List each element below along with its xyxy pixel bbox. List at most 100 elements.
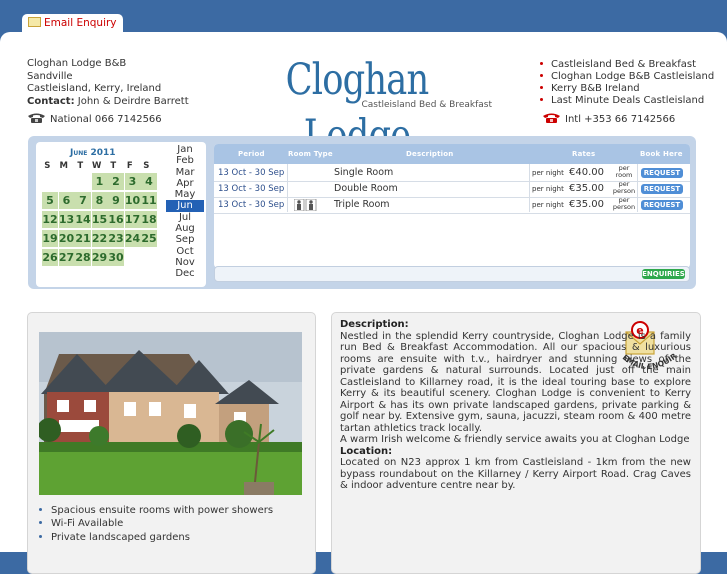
calendar-title: June 2011 bbox=[70, 148, 116, 158]
calendar-day[interactable]: 22 bbox=[91, 230, 108, 247]
weekday-label: S bbox=[143, 161, 150, 171]
address-line-2: Sandville bbox=[27, 70, 73, 82]
month-item[interactable]: Dec bbox=[166, 268, 204, 279]
welcome-text: A warm Irish welcome & friendly service … bbox=[340, 434, 690, 445]
calendar-day[interactable]: 8 bbox=[91, 192, 108, 209]
calendar-weekdays: SMTWTFS bbox=[39, 160, 157, 171]
calendar-day[interactable]: 28 bbox=[75, 249, 91, 266]
calendar-day[interactable]: 1 bbox=[91, 173, 108, 190]
telephone-icon bbox=[543, 113, 560, 123]
calendar-day[interactable]: 10 bbox=[124, 192, 141, 209]
month-item[interactable]: Nov bbox=[166, 257, 204, 268]
month-item[interactable]: May bbox=[166, 189, 204, 200]
calendar-day[interactable]: 5 bbox=[42, 192, 58, 209]
calendar-day[interactable]: 19 bbox=[42, 230, 58, 247]
calendar-day[interactable]: 16 bbox=[108, 211, 124, 228]
month-item[interactable]: Mar bbox=[166, 167, 204, 178]
calendar-day[interactable]: 27 bbox=[58, 249, 75, 266]
room-row: 13 Oct - 30 Sep Triple Room per night €3… bbox=[214, 196, 690, 214]
room-type: Triple Room bbox=[334, 199, 390, 210]
calendar-day[interactable]: 24 bbox=[124, 230, 141, 247]
national-phone: National 066 7142566 bbox=[27, 112, 162, 125]
bullet-icon bbox=[39, 534, 42, 538]
bullet-icon bbox=[540, 74, 543, 77]
month-item[interactable]: Apr bbox=[166, 178, 204, 189]
telephone-icon bbox=[28, 113, 45, 123]
quick-link[interactable]: Last Minute Deals Castleisland bbox=[540, 95, 714, 107]
calendar-day[interactable]: 3 bbox=[124, 173, 141, 190]
contact-label: Contact: bbox=[27, 95, 75, 107]
location-body: Located on N23 approx 1 km from Castleis… bbox=[340, 457, 691, 491]
weekday-label: M bbox=[59, 161, 68, 171]
rate-per-night: per night bbox=[532, 201, 564, 209]
bullet-icon bbox=[540, 98, 543, 101]
request-button[interactable]: REQUEST bbox=[641, 168, 683, 178]
month-item[interactable]: Sep bbox=[166, 234, 204, 245]
site-logo[interactable]: Cloghan Lodge Castleisland Bed & Breakfa… bbox=[212, 52, 502, 161]
bullet-icon bbox=[540, 62, 543, 65]
feature-list: Spacious ensuite rooms with power shower… bbox=[39, 504, 273, 544]
calendar-day[interactable]: 6 bbox=[58, 192, 75, 209]
month-item-selected[interactable]: Jun bbox=[166, 200, 204, 212]
rate-unit: per room bbox=[615, 164, 633, 179]
feature-item: Private landscaped gardens bbox=[39, 531, 273, 544]
calendar-day[interactable]: 30 bbox=[108, 249, 124, 266]
calendar-day[interactable]: 13 bbox=[58, 211, 75, 228]
intl-phone-text: Intl +353 66 7142566 bbox=[565, 114, 676, 125]
quick-link[interactable]: Cloghan Lodge B&B Castleisland bbox=[540, 71, 714, 83]
quick-link[interactable]: Kerry B&B Ireland bbox=[540, 83, 714, 95]
weekday-label: S bbox=[44, 161, 51, 171]
bullet-icon bbox=[540, 86, 543, 89]
calendar-day[interactable]: 2 bbox=[108, 173, 124, 190]
month-item[interactable]: Aug bbox=[166, 223, 204, 234]
national-phone-text: National 066 7142566 bbox=[50, 114, 162, 125]
header-description: Description bbox=[406, 150, 454, 158]
calendar-day[interactable]: 25 bbox=[141, 230, 157, 247]
weekday-label: T bbox=[110, 161, 117, 171]
feature-item: Spacious ensuite rooms with power shower… bbox=[39, 504, 273, 517]
calendar-day[interactable]: 4 bbox=[141, 173, 157, 190]
calendar-day[interactable]: 20 bbox=[58, 230, 75, 247]
room-period: 13 Oct - 30 Sep bbox=[218, 200, 285, 210]
month-item[interactable]: Jan bbox=[166, 144, 204, 155]
location-heading: Location: bbox=[340, 445, 393, 457]
bullet-icon bbox=[39, 521, 42, 525]
email-enquiry-label: Email Enquiry bbox=[44, 17, 117, 29]
request-button[interactable]: REQUEST bbox=[641, 200, 683, 210]
calendar-day[interactable]: 18 bbox=[141, 211, 157, 228]
address-line-3: Castleisland, Kerry, Ireland bbox=[27, 83, 162, 94]
room-period: 13 Oct - 30 Sep bbox=[218, 168, 285, 178]
calendar-day[interactable]: 7 bbox=[75, 192, 91, 209]
calendar-day[interactable]: 21 bbox=[75, 230, 91, 247]
calendar-day[interactable]: 29 bbox=[91, 249, 108, 266]
enquiries-button[interactable]: ENQUIRIES bbox=[642, 269, 685, 279]
header-room-type: Room Type bbox=[288, 150, 333, 158]
calendar-day[interactable]: 17 bbox=[124, 211, 141, 228]
weekday-label: F bbox=[126, 161, 133, 171]
rate-unit: per person bbox=[612, 196, 636, 211]
calendar-day[interactable]: 9 bbox=[108, 192, 124, 209]
rooms-table: Period Room Type Description Rates Book … bbox=[214, 144, 690, 268]
calendar-day[interactable]: 26 bbox=[42, 249, 58, 266]
email-enquiry-tab[interactable]: Email Enquiry bbox=[22, 14, 123, 32]
month-item[interactable]: Jul bbox=[166, 212, 204, 223]
calendar-day[interactable]: 15 bbox=[91, 211, 108, 228]
booking-panel: June 2011 SMTWTFS 1 2 3 4 5 6 7 8 9 10 11 12 13 14 15 1… bbox=[28, 136, 696, 289]
description-panel: e EMAIL ENQUIRIES Description: Nestled i… bbox=[331, 312, 701, 574]
quick-link[interactable]: Castleisland Bed & Breakfast bbox=[540, 59, 714, 71]
room-price: €40.00 bbox=[569, 167, 604, 178]
calendar-day[interactable]: 14 bbox=[75, 211, 91, 228]
guests-icon bbox=[294, 199, 317, 211]
request-button[interactable]: REQUEST bbox=[641, 184, 683, 194]
calendar-day[interactable]: 23 bbox=[108, 230, 124, 247]
header-book-here: Book Here bbox=[640, 150, 683, 158]
calendar-day[interactable]: 11 bbox=[141, 192, 157, 209]
room-price: €35.00 bbox=[569, 199, 604, 210]
rate-per-night: per night bbox=[532, 169, 564, 177]
description-heading: Description: bbox=[340, 319, 409, 330]
header-rates: Rates bbox=[572, 150, 596, 158]
month-item[interactable]: Oct bbox=[166, 246, 204, 257]
page-content: Cloghan Lodge B&B Sandville Castleisland… bbox=[0, 32, 727, 574]
month-item[interactable]: Feb bbox=[166, 155, 204, 166]
calendar-day[interactable]: 12 bbox=[42, 211, 58, 228]
